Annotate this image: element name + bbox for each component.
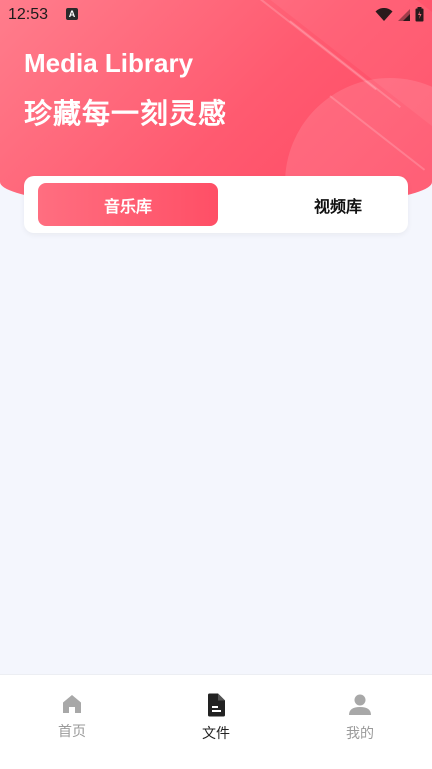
notification-app-icon: A	[66, 8, 78, 20]
tab-video-library[interactable]: 视频库	[248, 183, 428, 226]
status-bar: 12:53 A	[0, 0, 432, 30]
nav-item-home[interactable]: 首页	[0, 693, 144, 741]
nav-label-mine: 我的	[346, 725, 374, 741]
user-icon	[349, 694, 371, 715]
home-icon	[63, 695, 81, 713]
page-title: Media Library	[24, 48, 194, 78]
status-icons	[375, 7, 424, 22]
page-subtitle: 珍藏每一刻灵感	[24, 98, 228, 129]
nav-item-files[interactable]: 文件	[144, 693, 288, 743]
wifi-icon	[375, 7, 393, 21]
nav-label-home: 首页	[58, 723, 86, 739]
status-time: 12:53	[8, 6, 49, 23]
bottom-nav: 首页 文件 我的	[0, 674, 432, 769]
file-icon	[208, 693, 225, 717]
nav-label-files: 文件	[202, 725, 230, 741]
library-tabs: 音乐库 视频库	[24, 176, 408, 233]
battery-icon	[415, 7, 424, 22]
tab-music-library[interactable]: 音乐库	[38, 183, 218, 226]
nav-item-mine[interactable]: 我的	[288, 693, 432, 743]
signal-icon	[398, 8, 410, 21]
